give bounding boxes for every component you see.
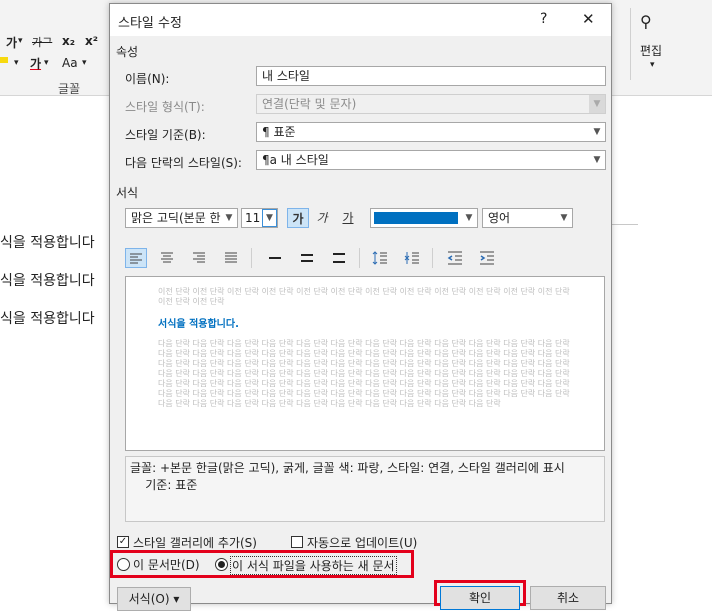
language-select[interactable]: 영어 ▼ bbox=[482, 208, 573, 228]
font-name-value: 맑은 고딕(본문 한 bbox=[131, 211, 221, 225]
based-on-label: 스타일 기준(B): bbox=[125, 128, 206, 142]
doc-line: 식을 적용합니다 bbox=[0, 311, 95, 327]
add-to-gallery-label[interactable]: 스타일 갤러리에 추가(S) bbox=[133, 534, 257, 551]
bold-ribbon-button[interactable]: 가 bbox=[6, 34, 17, 51]
name-input[interactable]: 내 스타일 bbox=[256, 66, 606, 86]
strikethrough-button[interactable]: 가ᄀ bbox=[32, 34, 52, 50]
superscript-button[interactable]: x² bbox=[85, 34, 98, 48]
name-label: 이름(N): bbox=[125, 72, 170, 86]
toolbar-divider bbox=[432, 248, 433, 268]
help-button[interactable]: ? bbox=[540, 11, 547, 27]
format-section-label: 서식 bbox=[116, 186, 139, 200]
underline-button[interactable]: 가 bbox=[337, 208, 359, 228]
font-name-select[interactable]: 맑은 고딕(본문 한 ▼ bbox=[125, 208, 238, 228]
toolbar-divider bbox=[251, 248, 252, 268]
decrease-paragraph-spacing-icon[interactable] bbox=[401, 248, 423, 268]
highlight-color-icon[interactable] bbox=[0, 57, 8, 63]
add-to-gallery-checkbox[interactable]: ✓ bbox=[117, 536, 129, 548]
this-document-only-label[interactable]: 이 문서만(D) bbox=[133, 556, 200, 573]
binoculars-icon[interactable]: ⚲ bbox=[640, 12, 652, 31]
chevron-down-icon[interactable]: ▼ bbox=[461, 209, 477, 227]
chevron-down-icon[interactable]: ▼ bbox=[262, 209, 277, 227]
cancel-button[interactable]: 취소 bbox=[530, 586, 606, 610]
align-right-icon[interactable] bbox=[188, 248, 210, 268]
dropdown-icon[interactable]: ▾ bbox=[44, 58, 49, 68]
bold-button[interactable]: 가 bbox=[287, 208, 309, 228]
this-document-only-radio[interactable] bbox=[117, 558, 130, 571]
chevron-down-icon[interactable]: ▼ bbox=[589, 123, 605, 141]
preview-sample-text: 서식을 적용합니다. bbox=[158, 319, 239, 330]
increase-paragraph-spacing-icon[interactable] bbox=[369, 248, 391, 268]
italic-button[interactable]: 가 bbox=[311, 208, 333, 228]
change-case-button[interactable]: Aa bbox=[62, 56, 78, 70]
justify-icon[interactable] bbox=[220, 248, 242, 268]
auto-update-checkbox[interactable] bbox=[291, 536, 303, 548]
single-spacing-icon[interactable] bbox=[264, 248, 286, 268]
name-value: 내 스타일 bbox=[262, 69, 310, 83]
radio-selected-dot bbox=[218, 561, 225, 568]
close-icon[interactable]: ✕ bbox=[582, 10, 595, 28]
preview-next-paragraph: 다음 단락 다음 단락 다음 단락 다음 단락 다음 단락 다음 단락 다음 단… bbox=[158, 339, 570, 408]
next-style-label: 다음 단락의 스타일(S): bbox=[125, 156, 242, 170]
style-preview: 이전 단락 이전 단락 이전 단락 이전 단락 이전 단락 이전 단락 이전 단… bbox=[125, 276, 605, 451]
next-style-select[interactable]: ¶a 내 스타일 ▼ bbox=[256, 150, 606, 170]
chevron-down-icon: ▼ bbox=[589, 95, 605, 113]
ok-button[interactable]: 확인 bbox=[440, 586, 520, 610]
ribbon-divider bbox=[630, 8, 631, 80]
toolbar-divider bbox=[359, 248, 360, 268]
edit-group-button[interactable]: 편집 bbox=[640, 42, 662, 59]
modify-style-dialog: 스타일 수정 ? ✕ 속성 이름(N): 내 스타일 스타일 형식(T): 연결… bbox=[109, 3, 612, 611]
chevron-down-icon[interactable]: ▼ bbox=[556, 209, 572, 227]
align-left-icon[interactable] bbox=[125, 248, 147, 268]
based-on-value: ¶ 표준 bbox=[262, 125, 296, 139]
doc-line: 식을 적용합니다 bbox=[0, 235, 95, 251]
style-description: 글꼴: +본문 한글(맑은 고딕), 굵게, 글꼴 색: 파랑, 스타일: 연결… bbox=[125, 456, 605, 522]
format-menu-button[interactable]: 서식(O) ▾ bbox=[117, 587, 191, 611]
based-on-select[interactable]: ¶ 표준 ▼ bbox=[256, 122, 606, 142]
increase-indent-icon[interactable] bbox=[476, 248, 498, 268]
auto-update-label[interactable]: 자동으로 업데이트(U) bbox=[307, 534, 417, 551]
dropdown-icon[interactable]: ▾ bbox=[18, 36, 23, 46]
double-spacing-icon[interactable] bbox=[328, 248, 350, 268]
doc-line: 식을 적용합니다 bbox=[0, 273, 95, 289]
style-type-value: 연결(단락 및 문자) bbox=[262, 97, 357, 111]
font-size-select[interactable]: 11 ▼ bbox=[241, 208, 278, 228]
preview-previous-paragraph: 이전 단락 이전 단락 이전 단락 이전 단락 이전 단락 이전 단락 이전 단… bbox=[158, 287, 570, 306]
onehalf-spacing-icon[interactable] bbox=[296, 248, 318, 268]
dropdown-icon[interactable]: ▾ bbox=[82, 58, 87, 68]
font-color-swatch bbox=[374, 212, 458, 224]
decrease-indent-icon[interactable] bbox=[444, 248, 466, 268]
new-documents-label[interactable]: 이 서식 파일을 사용하는 새 문서 bbox=[230, 556, 397, 575]
font-size-value: 11 bbox=[245, 211, 261, 225]
font-color-select[interactable]: ▼ bbox=[370, 208, 478, 228]
dropdown-icon[interactable]: ▾ bbox=[650, 60, 655, 70]
dialog-title: 스타일 수정 bbox=[118, 16, 182, 31]
next-style-value: ¶a 내 스타일 bbox=[262, 153, 329, 167]
font-color-button[interactable]: 가 bbox=[30, 55, 41, 72]
align-center-icon[interactable] bbox=[156, 248, 178, 268]
font-group-label: 글꼴 bbox=[58, 82, 81, 96]
language-value: 영어 bbox=[488, 211, 511, 225]
new-documents-radio[interactable] bbox=[215, 558, 228, 571]
chevron-down-icon[interactable]: ▼ bbox=[221, 209, 237, 227]
style-type-select: 연결(단락 및 문자) ▼ bbox=[256, 94, 606, 114]
subscript-button[interactable]: x₂ bbox=[62, 34, 75, 48]
dialog-titlebar: 스타일 수정 ? ✕ bbox=[110, 4, 611, 36]
chevron-down-icon[interactable]: ▼ bbox=[589, 151, 605, 169]
properties-section-label: 속성 bbox=[116, 45, 139, 59]
dropdown-icon[interactable]: ▾ bbox=[14, 58, 19, 68]
style-type-label: 스타일 형식(T): bbox=[125, 100, 205, 114]
margin-line bbox=[610, 224, 638, 225]
